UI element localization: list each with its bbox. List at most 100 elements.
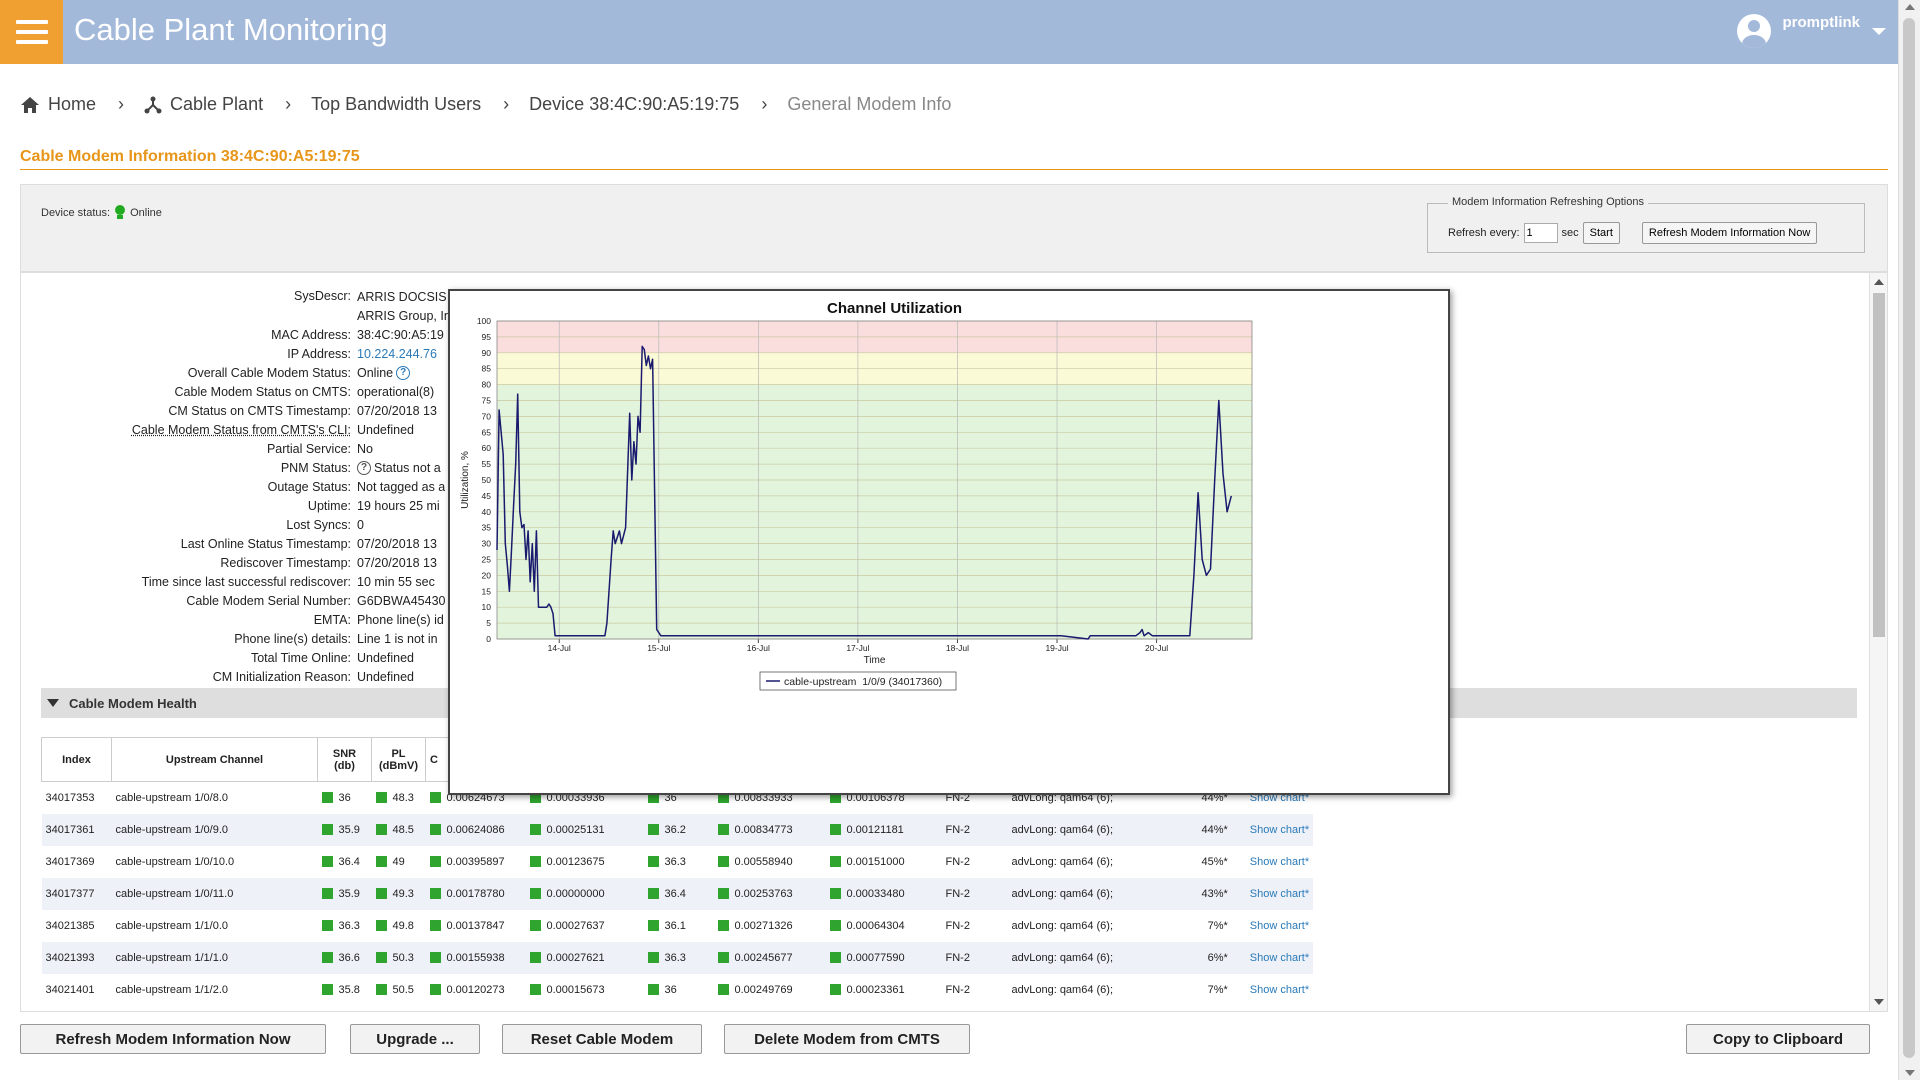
table-cell: 36.4 [318,846,372,878]
upgrade-button[interactable]: Upgrade ... [350,1024,480,1054]
table-cell: advLong: qam64 (6); [1007,813,1198,846]
table-cell: 36 [318,782,372,814]
top-bar: Cable Plant Monitoring promptlink [0,0,1898,64]
column-header-pl: PL (dBmV) [371,737,426,782]
cell-c2: 0.00025131 [546,823,605,836]
refresh-interval-input[interactable] [1523,223,1558,243]
channel-utilization-chart-popup[interactable]: Channel Utilization 0 5 10 15 20 25 30 35 40 45 50 5… [448,289,1450,795]
cell-mod: advLong: qam64 (6); [1011,887,1114,900]
table-cell: 35.9 [317,877,372,910]
info-row-lost-syncs: Lost Syncs: 0 [21,515,471,534]
cell-c4: 0.00558940 [734,855,793,868]
breadcrumb-cable-plant[interactable]: Cable Plant [144,94,263,115]
chart-y-tick-label: 30 [482,539,492,549]
info-value: Not tagged as a [357,479,446,494]
info-row-uptime: Uptime: 19 hours 25 mi [21,496,471,515]
cell-c2: 0.00027621 [546,951,605,964]
hamburger-menu-button[interactable] [0,0,63,64]
show-chart-link[interactable]: Show chart* [1250,920,1309,932]
breadcrumb-cable-plant-label: Cable Plant [170,94,264,114]
cell-snr: 36.6 [338,951,360,964]
show-chart-link[interactable]: Show chart* [1250,888,1309,900]
pl-header-label: PL [391,747,406,760]
cell-index: 34017353 [45,791,95,804]
info-value: Phone line(s) id [357,612,444,627]
chart-title: Channel Utilization [827,300,962,317]
cell-channel: cable-upstream 1/0/11.0 [115,887,234,900]
scroll-up-icon [1905,4,1915,10]
breadcrumb-current: General Modem Info [787,94,951,115]
table-cell: 0.00033480 [825,877,942,910]
breadcrumb-top-users[interactable]: Top Bandwidth Users [311,94,481,115]
show-chart-link[interactable]: Show chart* [1250,824,1309,836]
breadcrumb-device[interactable]: Device 38:4C:90:A5:19:75 [529,94,739,115]
status-green-square [375,888,387,900]
cell-util: 7%* [1207,983,1228,996]
cell-pl: 49 [392,855,405,868]
table-cell: 0.00015673 [526,974,644,1006]
info-row-pnm-status: PNM Status:? Status not a [21,458,471,477]
user-menu[interactable]: promptlink [1736,10,1886,48]
info-label: CM Status on CMTS Timestamp: [168,403,351,418]
status-green-square [529,984,541,996]
cell-channel: cable-upstream 1/0/8.0 [115,791,229,804]
chart-x-tick-label: 20-Jul [1145,643,1168,653]
status-green-square [829,984,841,996]
reset-cable-modem-button[interactable]: Reset Cable Modem [502,1024,702,1054]
status-green-square [717,824,729,836]
info-row-since-rediscover: Time since last successful rediscover: 10… [21,572,471,591]
status-green-square [717,984,729,996]
show-chart-link[interactable]: Show chart* [1250,984,1309,996]
status-green-square [647,920,659,932]
info-row-emta: EMTA: Phone line(s) id [21,610,471,629]
device-status: Device status: Online [41,205,162,221]
cell-c5: 0.00121181 [846,823,904,836]
info-label: Last Online Status Timestamp: [180,536,351,551]
cell-pl: 49.8 [392,919,414,932]
info-row-phone-lines: Phone line(s) details: Line 1 is not in [21,629,471,648]
info-value: Line 1 is not in [357,631,438,646]
cell-snr: 36.4 [338,855,360,868]
ip-address-link[interactable]: 10.224.244.76 [357,347,437,361]
info-label-link[interactable]: Cable Modem Status from CMTS's CLI: [21,423,357,437]
help-icon[interactable]: ? [357,460,371,475]
chevron-right-icon: › [503,94,510,114]
cell-fn: FN-2 [945,919,970,932]
chart-x-tick-label: 14-Jul [548,643,571,653]
info-label: Overall Cable Modem Status: [187,365,351,380]
info-value: 0 [357,517,364,532]
start-button[interactable]: Start [1582,222,1620,244]
device-status-label: Device status: [41,207,111,219]
table-cell: FN-2 [942,846,1008,878]
table-cell: 34017361 [41,813,112,846]
refresh-now-small-button[interactable]: Refresh Modem Information Now [1641,222,1818,244]
page-scrollbar-thumb[interactable] [1903,18,1915,1058]
detail-scrollbar-thumb[interactable] [1873,293,1885,637]
delete-modem-button[interactable]: Delete Modem from CMTS [724,1024,970,1054]
show-chart-link[interactable]: Show chart* [1250,856,1309,868]
cell-util: 43%* [1201,887,1228,900]
table-cell: 36.4 [643,877,714,910]
detail-scrollbar[interactable] [1869,273,1887,1011]
column-header-index: Index [41,737,112,782]
status-green-square [829,920,841,932]
breadcrumb-home[interactable]: Home [20,94,96,115]
table-cell: cable-upstream 1/1/1.0 [111,941,318,974]
refresh-modem-info-button[interactable]: Refresh Modem Information Now [20,1024,326,1054]
help-icon[interactable]: ? [396,365,411,380]
cell-index: 34021385 [45,919,95,932]
chart-y-tick-label: 100 [477,316,491,326]
cell-channel: cable-upstream 1/0/9.0 [115,823,229,836]
table-cell: 48.3 [372,782,426,814]
copy-to-clipboard-button[interactable]: Copy to Clipboard [1686,1024,1870,1054]
cell-c3: 36.4 [664,887,686,900]
chart-y-tick-label: 95 [482,332,492,342]
status-green-square [529,856,541,868]
table-cell: 36.6 [317,941,372,974]
cell-mod: advLong: qam64 (6); [1011,823,1114,836]
breadcrumb-top-users-label: Top Bandwidth Users [311,94,482,114]
status-green-square [375,952,387,964]
page-scrollbar[interactable] [1898,0,1920,1080]
show-chart-link[interactable]: Show chart* [1250,952,1309,964]
status-green-square [717,888,729,900]
